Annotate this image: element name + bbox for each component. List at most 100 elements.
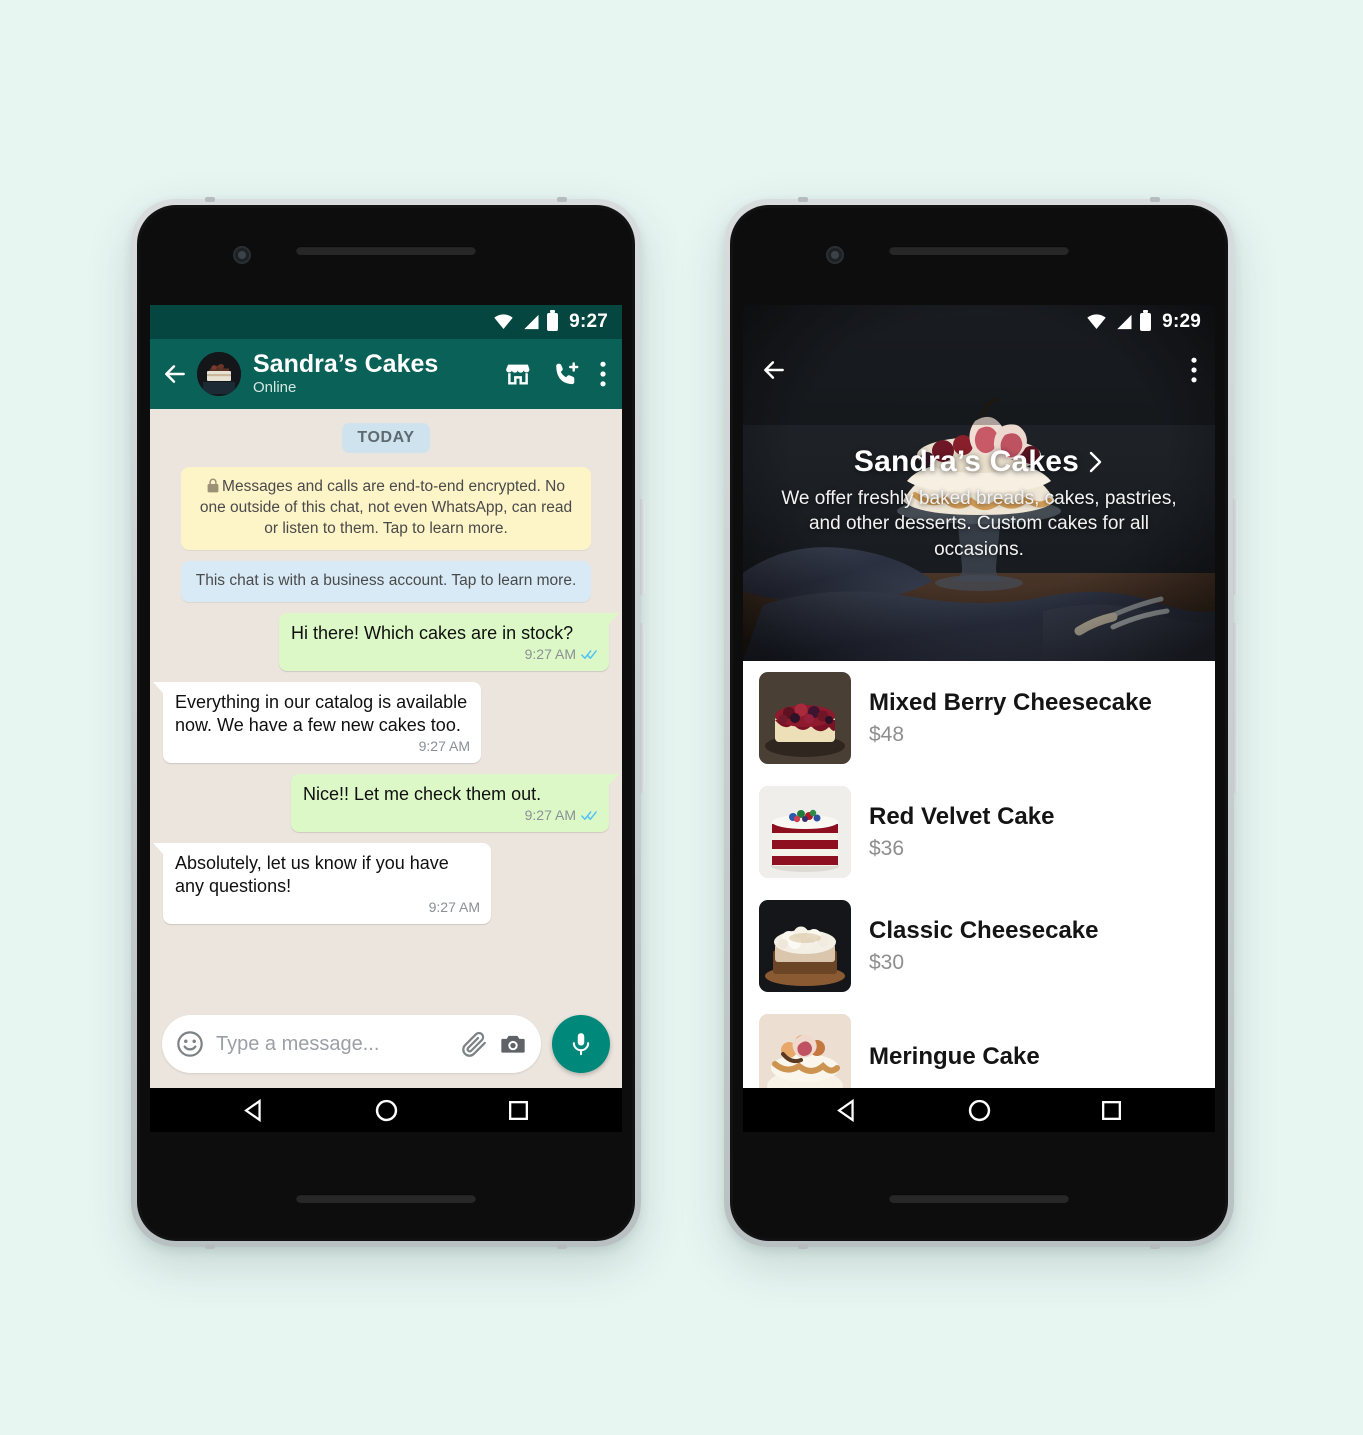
frame-nub [557,197,567,202]
signal-icon [1117,314,1132,330]
business-description: We offer freshly baked breads, cakes, pa… [781,488,1177,560]
phone2-screen: 9:29 Sandra’s Cakes We offer freshly bak… [743,305,1215,1132]
catalog-item[interactable]: Red Velvet Cake $36 [743,775,1215,889]
message-bubble-outgoing[interactable]: Hi there! Which cakes are in stock? 9:27… [279,612,619,671]
day-divider: TODAY [342,423,430,453]
catalog-item[interactable]: Mixed Berry Cheesecake $48 [743,661,1215,775]
emoji-smiley-icon[interactable] [176,1030,204,1058]
business-account-notice[interactable]: This chat is with a business account. Ta… [180,560,592,602]
product-image [759,786,851,878]
volume-button[interactable] [640,499,645,595]
canvas: 9:27 Sandra’s Cakes Online TODAY Message… [0,0,1363,1435]
product-price: $48 [869,723,905,747]
earpiece-speaker [296,246,476,255]
message-time: 9:27 AM [524,806,576,823]
message-bubble-incoming[interactable]: Everything in our catalog is available n… [153,681,481,763]
frame-nub [205,197,215,202]
nav-back-triangle-icon[interactable] [241,1097,268,1124]
catalog-item[interactable]: Classic Cheesecake $30 [743,889,1215,1003]
message-text: Nice!! Let me check them out. [303,783,542,804]
battery-icon [547,310,559,331]
power-button[interactable] [640,623,645,793]
nav-recents-square-icon[interactable] [506,1098,531,1123]
product-price: $36 [869,837,905,861]
message-text: Absolutely, let us know if you have any … [175,852,449,896]
product-image [759,672,851,764]
phone-chat: 9:27 Sandra’s Cakes Online TODAY Message… [131,197,645,1249]
message-time: 9:27 AM [524,645,576,662]
phone-catalog: 9:29 Sandra’s Cakes We offer freshly bak… [724,197,1238,1249]
business-name-link[interactable]: Sandra’s Cakes [854,445,1104,479]
android-nav-bar [743,1088,1215,1132]
product-name: Meringue Cake [869,1042,1040,1070]
product-name: Red Velvet Cake [869,802,1055,830]
wifi-icon [494,314,513,329]
chat-header: Sandra’s Cakes Online [150,339,622,409]
business-name: Sandra’s Cakes [853,445,1080,478]
message-input-pill[interactable]: Type a message... [162,1015,541,1073]
phone1-screen: 9:27 Sandra’s Cakes Online TODAY Message… [150,305,622,1132]
contact-status: Online [253,378,297,396]
volume-button[interactable] [1233,499,1238,595]
message-row: Nice!! Let me check them out. 9:27 AM [163,773,619,832]
read-receipt-icon [581,811,597,821]
message-text: Hi there! Which cakes are in stock? [291,622,574,643]
product-name: Classic Cheesecake [869,916,1099,944]
message-meta: 9:27 AM [175,738,470,756]
encryption-notice[interactable]: Messages and calls are end-to-end encryp… [180,467,592,550]
frame-nub [1150,1244,1160,1249]
catalog-item-info: Classic Cheesecake $30 [869,917,1199,976]
message-time: 9:27 AM [428,898,480,915]
back-arrow-icon[interactable] [761,357,787,383]
camera-icon[interactable] [499,1030,527,1058]
message-bubble-outgoing[interactable]: Nice!! Let me check them out. 9:27 AM [291,773,619,832]
lock-icon [207,478,219,493]
paperclip-icon[interactable] [461,1030,489,1058]
catalog-hero-text: Sandra’s Cakes We offer freshly baked br… [743,445,1215,562]
overflow-menu-icon[interactable] [600,361,606,387]
chevron-right-icon [1089,451,1102,473]
call-add-icon[interactable] [552,360,580,388]
back-arrow-icon[interactable] [162,361,188,387]
message-input-placeholder[interactable]: Type a message... [216,1033,451,1056]
message-row: Everything in our catalog is available n… [153,681,609,763]
front-camera-icon [233,246,251,264]
message-row: Absolutely, let us know if you have any … [153,842,609,924]
catalog-top-bar [743,339,1215,401]
product-name: Mixed Berry Cheesecake [869,688,1152,716]
red-velvet-cake-thumb [759,786,851,878]
storefront-icon[interactable] [504,360,532,388]
message-input-bar: Type a message... [150,1000,622,1088]
mixed-berry-cheesecake-thumb [759,672,851,764]
encryption-notice-text: Messages and calls are end-to-end encryp… [199,478,573,537]
catalog-product-list[interactable]: Mixed Berry Cheesecake $48 Red Velvet Ca… [743,661,1215,1117]
frame-nub [205,1244,215,1249]
message-meta: 9:27 AM [303,807,598,825]
message-bubble-incoming[interactable]: Absolutely, let us know if you have any … [153,842,491,924]
avatar-cake-image [197,352,241,396]
nav-home-circle-icon[interactable] [966,1097,993,1124]
voice-record-button[interactable] [552,1015,610,1073]
message-row: Hi there! Which cakes are in stock? 9:27… [163,612,619,671]
status-bar: 9:29 [743,305,1215,339]
header-actions [504,360,610,388]
nav-recents-square-icon[interactable] [1099,1098,1124,1123]
nav-home-circle-icon[interactable] [373,1097,400,1124]
android-nav-bar [150,1088,622,1132]
status-bar-time: 9:29 [1162,311,1201,332]
frame-nub [798,197,808,202]
avatar[interactable] [197,352,241,396]
bottom-speaker [296,1194,476,1203]
microphone-icon [572,1033,590,1056]
overflow-menu-icon[interactable] [1191,357,1197,383]
front-camera-icon [826,246,844,264]
power-button[interactable] [1233,623,1238,793]
chat-message-list[interactable]: TODAY Messages and calls are end-to-end … [150,409,622,1000]
catalog-item-info: Meringue Cake [869,1043,1199,1078]
message-text: Everything in our catalog is available n… [175,691,468,735]
product-image [759,900,851,992]
nav-back-triangle-icon[interactable] [834,1097,861,1124]
signal-icon [524,314,539,330]
battery-icon [1140,310,1152,331]
frame-nub [798,1244,808,1249]
